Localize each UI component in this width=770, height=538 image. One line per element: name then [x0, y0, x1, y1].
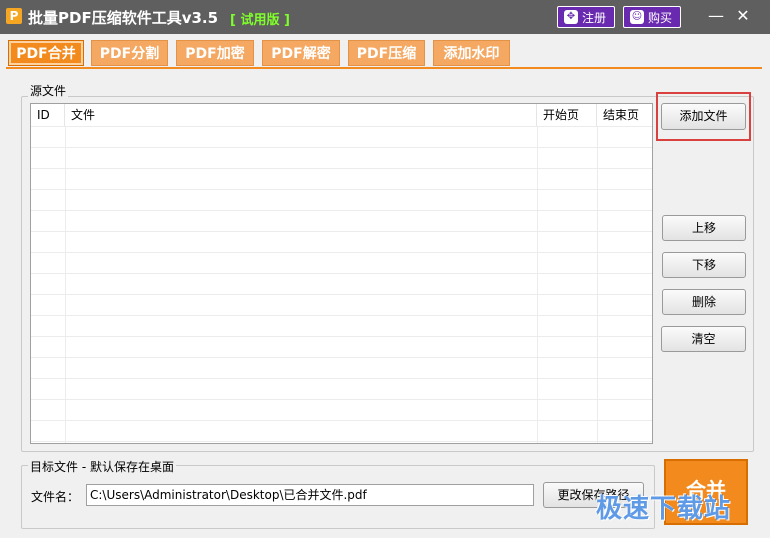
table-row-line: [31, 168, 652, 169]
source-group-label: 源文件: [28, 82, 69, 99]
table-row-line: [31, 357, 652, 358]
tab-pdf-encrypt[interactable]: PDF加密: [176, 40, 254, 66]
table-row-line: [31, 252, 652, 253]
register-label: 注册: [582, 11, 607, 25]
column-header-file[interactable]: 文件: [65, 104, 537, 126]
column-header-end-page[interactable]: 结束页: [597, 104, 652, 126]
tab-pdf-decrypt[interactable]: PDF解密: [262, 40, 340, 66]
move-up-button[interactable]: 上移: [662, 215, 746, 241]
table-row-line: [31, 294, 652, 295]
table-row-line: [31, 315, 652, 316]
trial-badge: [ 试用版 ]: [230, 13, 290, 28]
save-path-input[interactable]: C:\Users\Administrator\Desktop\已合并文件.pdf: [86, 484, 534, 506]
table-row-line: [31, 231, 652, 232]
clear-button[interactable]: 清空: [661, 326, 746, 352]
add-file-button[interactable]: 添加文件: [661, 103, 746, 130]
tab-strip-divider: [6, 67, 762, 69]
column-header-start-page[interactable]: 开始页: [537, 104, 597, 126]
table-row-line: [31, 210, 652, 211]
table-column-line: [537, 126, 538, 443]
register-button[interactable]: ✥ 注册: [557, 6, 615, 28]
table-row-line: [31, 126, 652, 127]
cart-icon: ☺: [630, 10, 644, 24]
target-group-label: 目标文件 - 默认保存在桌面: [28, 458, 176, 475]
table-column-line: [597, 126, 598, 443]
close-button[interactable]: ✕: [732, 6, 754, 26]
register-icon: ✥: [564, 10, 578, 24]
tab-pdf-merge[interactable]: PDF合并: [8, 40, 84, 66]
table-row-line: [31, 420, 652, 421]
table-row-line: [31, 378, 652, 379]
move-down-button[interactable]: 下移: [662, 252, 746, 278]
app-window: P 批量PDF压缩软件工具v3.5 [ 试用版 ] ✥ 注册 ☺ 购买 — ✕ …: [0, 0, 770, 538]
table-row-line: [31, 189, 652, 190]
buy-label: 购买: [648, 11, 673, 25]
tab-add-watermark[interactable]: 添加水印: [433, 40, 510, 66]
app-logo-icon: P: [6, 8, 22, 24]
table-row-line: [31, 336, 652, 337]
title-bar: P 批量PDF压缩软件工具v3.5 [ 试用版 ] ✥ 注册 ☺ 购买 — ✕: [0, 0, 770, 34]
delete-button[interactable]: 删除: [662, 289, 746, 315]
filename-label: 文件名：: [31, 490, 80, 504]
file-list-table[interactable]: ID 文件 开始页 结束页: [30, 103, 653, 444]
table-row-line: [31, 273, 652, 274]
column-header-id[interactable]: ID: [31, 104, 65, 126]
table-row-line: [31, 399, 652, 400]
minimize-button[interactable]: —: [705, 6, 727, 26]
app-title: 批量PDF压缩软件工具v3.5: [28, 9, 219, 27]
buy-button[interactable]: ☺ 购买: [623, 6, 681, 28]
table-row-line: [31, 441, 652, 442]
table-column-line: [65, 126, 66, 443]
table-row-line: [31, 147, 652, 148]
tab-pdf-split[interactable]: PDF分割: [91, 40, 168, 66]
site-watermark: 极速下载站: [596, 494, 732, 524]
tab-pdf-compress[interactable]: PDF压缩: [348, 40, 425, 66]
